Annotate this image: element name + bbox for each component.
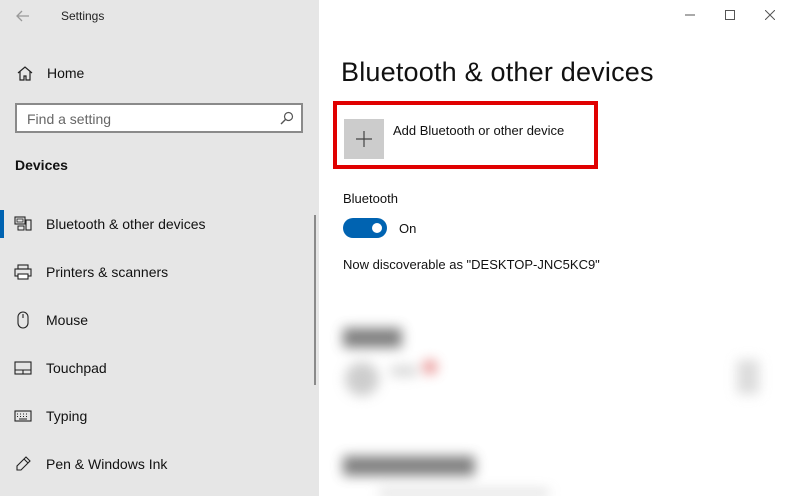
sidebar-item-bluetooth[interactable]: Bluetooth & other devices <box>0 204 319 244</box>
search-icon[interactable] <box>280 111 294 130</box>
sidebar-item-label: Bluetooth & other devices <box>46 216 206 232</box>
home-icon <box>16 65 34 86</box>
bluetooth-devices-icon <box>14 215 32 233</box>
app-title: Settings <box>61 9 105 23</box>
minimize-icon <box>685 14 695 16</box>
sidebar-item-label: Printers & scanners <box>46 264 169 280</box>
printer-icon <box>14 263 32 281</box>
sidebar-item-label: Typing <box>46 408 88 424</box>
minimize-button[interactable] <box>670 0 710 30</box>
search-input[interactable] <box>27 110 267 127</box>
close-button[interactable] <box>750 0 790 30</box>
bluetooth-label: Bluetooth <box>343 191 398 206</box>
toggle-state-label: On <box>399 221 417 236</box>
add-device-label[interactable]: Add Bluetooth or other device <box>393 123 564 138</box>
home-link[interactable]: Home <box>0 60 319 86</box>
sidebar-item-typing[interactable]: Typing <box>0 396 319 436</box>
section-heading: Devices <box>15 157 68 173</box>
plus-icon <box>356 131 372 147</box>
sidebar-item-printers[interactable]: Printers & scanners <box>0 252 319 292</box>
sidebar-item-pen[interactable]: Pen & Windows Ink <box>0 444 319 484</box>
maximize-button[interactable] <box>710 0 750 30</box>
main-panel: Bluetooth & other devices Add Bluetooth … <box>319 0 790 496</box>
blurred-section-heading: ▇▇▇▇ <box>343 327 402 348</box>
blurred-device-row <box>379 490 549 496</box>
selection-indicator <box>0 210 4 238</box>
add-device-highlight[interactable]: Add Bluetooth or other device <box>333 101 598 169</box>
toggle-knob <box>372 223 382 233</box>
blurred-device-icon <box>345 362 379 396</box>
blurred-device-list: ▇▇▇▇ ▇▇▇▇▇▇▇▇▇ <box>319 300 790 496</box>
bluetooth-toggle[interactable] <box>343 218 387 238</box>
maximize-icon <box>725 10 735 20</box>
sidebar: Settings Home Devices Blue <box>0 0 319 496</box>
page-title: Bluetooth & other devices <box>341 57 654 87</box>
back-arrow-icon <box>16 10 29 22</box>
sidebar-item-label: Pen & Windows Ink <box>46 456 168 472</box>
window-controls <box>670 0 790 30</box>
sidebar-item-touchpad[interactable]: Touchpad <box>0 348 319 388</box>
sidebar-item-label: Mouse <box>46 312 89 328</box>
blurred-section-heading: ▇▇▇▇▇▇▇▇▇ <box>343 455 475 476</box>
pen-icon <box>14 455 32 473</box>
home-label: Home <box>47 65 85 81</box>
close-icon <box>765 10 775 20</box>
keyboard-icon <box>14 407 32 425</box>
back-button[interactable] <box>12 6 34 26</box>
blurred-device-name <box>391 366 417 376</box>
sidebar-item-label: Touchpad <box>46 360 107 376</box>
blurred-remove-button <box>737 360 759 394</box>
discoverable-status: Now discoverable as "DESKTOP-JNC5KC9" <box>343 257 600 272</box>
touchpad-icon <box>14 359 32 377</box>
add-device-button[interactable] <box>344 119 384 159</box>
sidebar-item-mouse[interactable]: Mouse <box>0 300 319 340</box>
blurred-status-dot <box>423 360 437 374</box>
search-box[interactable] <box>15 103 303 133</box>
mouse-icon <box>14 311 32 329</box>
sidebar-scrollbar[interactable] <box>314 215 316 385</box>
